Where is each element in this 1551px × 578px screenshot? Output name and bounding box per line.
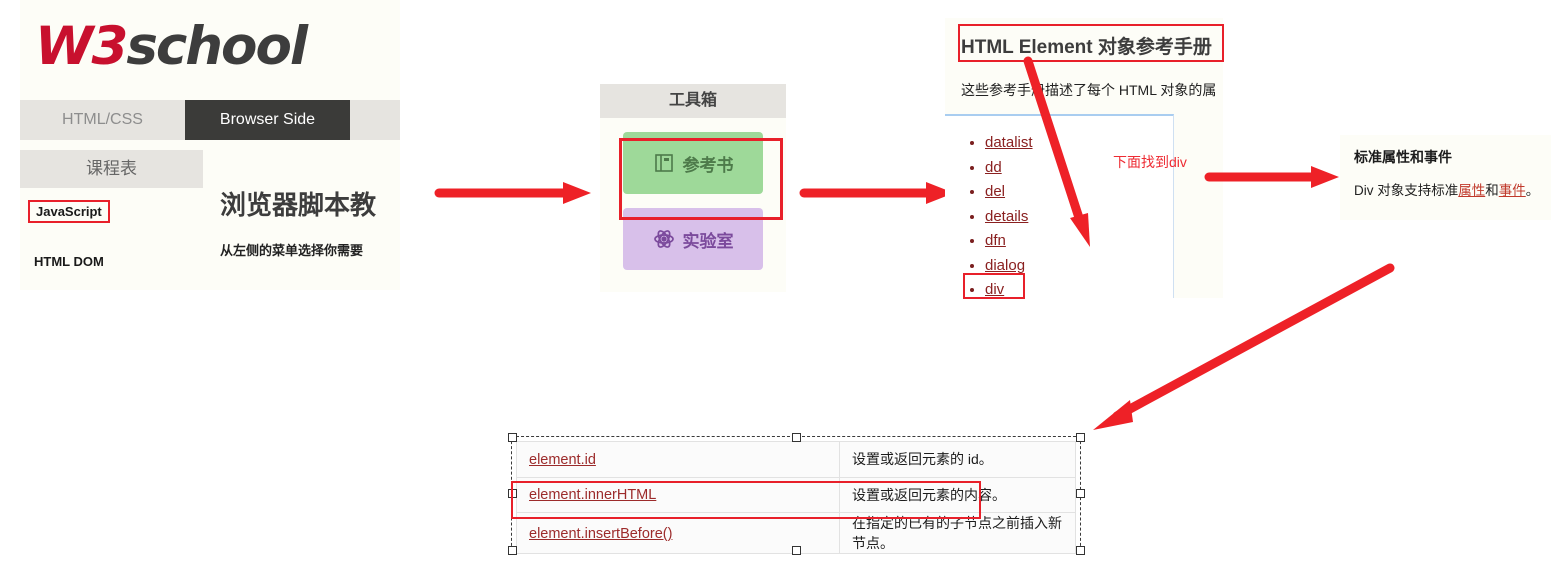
toolbox-header: 工具箱 xyxy=(600,84,786,118)
logo-w3-text: W3 xyxy=(35,16,128,77)
sidebar-item-javascript[interactable]: JavaScript xyxy=(28,200,110,223)
list-item-label: dialog xyxy=(985,256,1026,274)
attributes-text-after: 。 xyxy=(1525,183,1540,198)
attributes-link-events[interactable]: 事件 xyxy=(1499,183,1526,198)
toolbox-button-laboratory-label: 实验室 xyxy=(682,231,734,251)
attributes-link-properties[interactable]: 属性 xyxy=(1458,183,1485,198)
attributes-heading: 标准属性和事件 xyxy=(1354,149,1452,165)
attributes-text-middle: 和 xyxy=(1485,183,1499,198)
list-item-label: del xyxy=(985,183,1006,200)
arrow-attributes-to-table xyxy=(1093,263,1395,430)
resize-handle-top-center[interactable] xyxy=(792,433,801,442)
highlight-box-reference-book xyxy=(619,138,783,220)
attributes-text-before: Div 对象支持标准 xyxy=(1354,183,1459,198)
logo-school-text: school xyxy=(126,16,308,77)
resize-handle-bottom-right[interactable] xyxy=(1076,546,1085,555)
attributes-text: Div 对象支持标准属性和事件。 xyxy=(1354,179,1539,199)
table-row[interactable]: element.id 设置或返回元素的 id。 xyxy=(516,441,1076,478)
content-heading: 浏览器脚本教 xyxy=(220,190,377,220)
w3school-tabbar: HTML/CSS Browser Side xyxy=(20,100,400,140)
table-cell-method-name[interactable]: element.id xyxy=(529,452,596,468)
sidebar-item-javascript-wrap: JavaScript xyxy=(28,200,203,239)
sidebar-header-course-list: 课程表 xyxy=(20,150,203,188)
resize-handle-top-left[interactable] xyxy=(508,433,517,442)
content-paragraph: 从左侧的菜单选择你需要 xyxy=(220,243,364,258)
tab-html-css[interactable]: HTML/CSS xyxy=(20,100,185,140)
table-cell-method-name[interactable]: element.insertBefore() xyxy=(529,526,672,542)
sidebar-list: JavaScript HTML DOM xyxy=(20,188,203,290)
table-cell-description: 在指定的已有的子节点之前插入新节点。 xyxy=(852,515,1062,552)
list-item-label: dfn xyxy=(985,232,1006,249)
w3school-content: 浏览器脚本教 从左侧的菜单选择你需要 xyxy=(220,185,400,259)
sidebar-item-html-dom-wrap: HTML DOM xyxy=(34,253,203,285)
arrow-reference-to-attributes xyxy=(1204,166,1339,188)
w3school-sidebar: 课程表 JavaScript HTML DOM xyxy=(20,150,203,290)
resize-handle-middle-right[interactable] xyxy=(1076,489,1085,498)
atom-icon xyxy=(653,230,674,248)
w3school-panel: W3school HTML/CSS Browser Side 课程表 JavaS… xyxy=(20,0,400,290)
highlight-box-innerhtml-row xyxy=(511,481,981,519)
resize-handle-bottom-left[interactable] xyxy=(508,546,517,555)
arrow-w3school-to-toolbox xyxy=(434,182,591,204)
list-item-label: dd xyxy=(985,158,1002,176)
table-cell-description: 设置或返回元素的 id。 xyxy=(852,451,993,468)
arrow-toolbox-to-reference xyxy=(799,182,954,204)
sidebar-item-html-dom[interactable]: HTML DOM xyxy=(34,254,104,269)
attributes-panel: 标准属性和事件 Div 对象支持标准属性和事件。 xyxy=(1340,135,1551,220)
resize-handle-top-right[interactable] xyxy=(1076,433,1085,442)
w3school-logo: W3school xyxy=(20,8,400,86)
arrow-pointing-to-div xyxy=(1023,56,1090,247)
resize-handle-bottom-center[interactable] xyxy=(792,546,801,555)
highlight-box-div-item xyxy=(963,273,1025,299)
tab-browser-side[interactable]: Browser Side xyxy=(185,100,350,140)
